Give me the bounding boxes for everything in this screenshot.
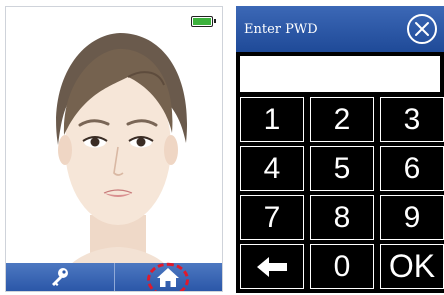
home-highlight-ring [147, 262, 190, 291]
key-9[interactable]: 9 [380, 195, 444, 240]
key-3[interactable]: 3 [380, 97, 444, 142]
key-4[interactable]: 4 [240, 146, 304, 191]
home-button[interactable] [113, 262, 223, 291]
key-5[interactable]: 5 [310, 146, 374, 191]
key-2[interactable]: 2 [310, 97, 374, 142]
dialog-title: Enter PWD [244, 21, 318, 37]
key-7[interactable]: 7 [240, 195, 304, 240]
back-key[interactable] [240, 244, 304, 289]
key-0[interactable]: 0 [310, 244, 374, 289]
bottom-toolbar [6, 262, 223, 291]
key-button[interactable] [6, 263, 114, 291]
numeric-keypad: 1 2 3 4 5 6 7 8 9 0 OK [240, 97, 444, 289]
key-6[interactable]: 6 [380, 146, 444, 191]
close-icon [415, 22, 429, 36]
key-1[interactable]: 1 [240, 97, 304, 142]
close-button[interactable] [407, 14, 437, 44]
key-icon [51, 268, 68, 286]
password-keypad-screen: Enter PWD 1 2 3 4 5 6 7 8 9 0 OK [236, 6, 444, 293]
face-recognition-screen [5, 6, 223, 292]
password-input[interactable] [240, 56, 440, 92]
ok-key[interactable]: OK [380, 244, 444, 289]
dialog-titlebar: Enter PWD [236, 6, 444, 52]
arrow-left-icon [257, 256, 287, 277]
face-portrait-image [56, 33, 188, 267]
key-8[interactable]: 8 [310, 195, 374, 240]
